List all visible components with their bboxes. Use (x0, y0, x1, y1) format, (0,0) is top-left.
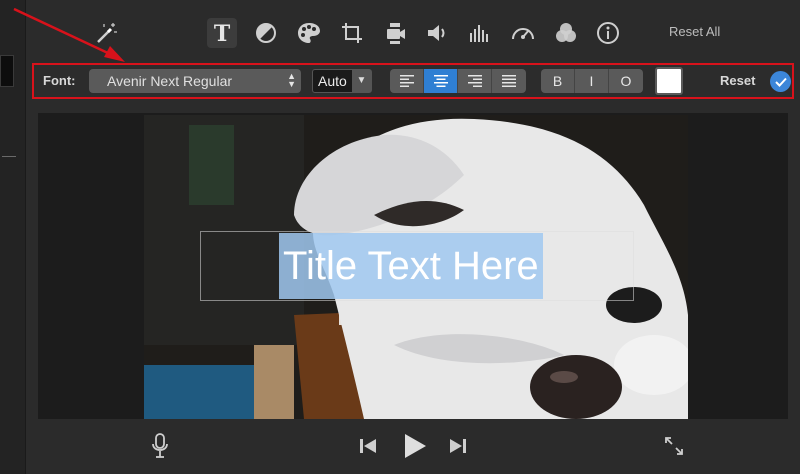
microphone-icon[interactable] (148, 433, 172, 459)
video-viewer: Title Text Here (38, 113, 788, 419)
divider (2, 156, 16, 157)
text-color-swatch[interactable] (655, 67, 683, 95)
reset-button[interactable]: Reset (720, 73, 755, 88)
align-center-button[interactable] (424, 69, 458, 93)
updown-chevron-icon: ▲ ▼ (287, 71, 296, 89)
align-justify-icon (502, 75, 516, 87)
align-right-button[interactable] (458, 69, 492, 93)
left-panel-edge (0, 0, 26, 474)
stabilization-icon[interactable] (380, 18, 410, 48)
font-size-value: Auto (318, 73, 347, 89)
crop-icon[interactable] (337, 18, 367, 48)
speed-icon[interactable] (508, 18, 538, 48)
align-center-icon (433, 75, 448, 87)
align-right-icon (467, 75, 482, 87)
outline-button[interactable]: O (609, 69, 643, 93)
align-left-icon (399, 75, 414, 87)
play-button[interactable] (400, 433, 430, 459)
alignment-control (390, 69, 526, 93)
volume-icon[interactable] (422, 18, 452, 48)
color-balance-icon[interactable] (251, 18, 281, 48)
equalizer-icon[interactable] (465, 18, 495, 48)
font-label: Font: (43, 73, 76, 88)
chevron-down-icon[interactable]: ▼ (352, 70, 371, 92)
title-text-icon[interactable]: T (207, 18, 237, 48)
align-left-button[interactable] (390, 69, 424, 93)
skip-forward-icon[interactable] (446, 433, 470, 459)
play-icon (405, 434, 426, 458)
bold-button[interactable]: B (541, 69, 575, 93)
align-justify-button[interactable] (492, 69, 526, 93)
apply-checkmark-icon[interactable] (770, 71, 791, 92)
reset-all-button[interactable]: Reset All (669, 24, 720, 39)
title-text-overlay[interactable]: Title Text Here (279, 233, 543, 299)
font-select[interactable]: Avenir Next Regular ▲ ▼ (89, 69, 301, 93)
adjustment-toolbar: T Reset All (26, 0, 800, 62)
skip-back-icon[interactable] (356, 433, 380, 459)
font-size-field[interactable]: Auto ▼ (312, 69, 372, 93)
info-icon[interactable] (593, 18, 623, 48)
color-palette-icon[interactable] (294, 18, 324, 48)
title-settings-bar: Font: Avenir Next Regular ▲ ▼ Auto ▼ B I … (32, 63, 794, 99)
italic-button[interactable]: I (575, 69, 609, 93)
playback-controls (26, 419, 800, 474)
panel-handle[interactable] (0, 55, 14, 87)
magic-wand-icon[interactable] (90, 18, 120, 48)
filter-icon[interactable] (551, 18, 581, 48)
text-style-control: B I O (541, 69, 643, 93)
video-frame[interactable]: Title Text Here (144, 115, 688, 419)
fullscreen-icon[interactable] (661, 433, 687, 459)
font-value: Avenir Next Regular (107, 73, 233, 89)
svg-text:T: T (214, 22, 231, 44)
